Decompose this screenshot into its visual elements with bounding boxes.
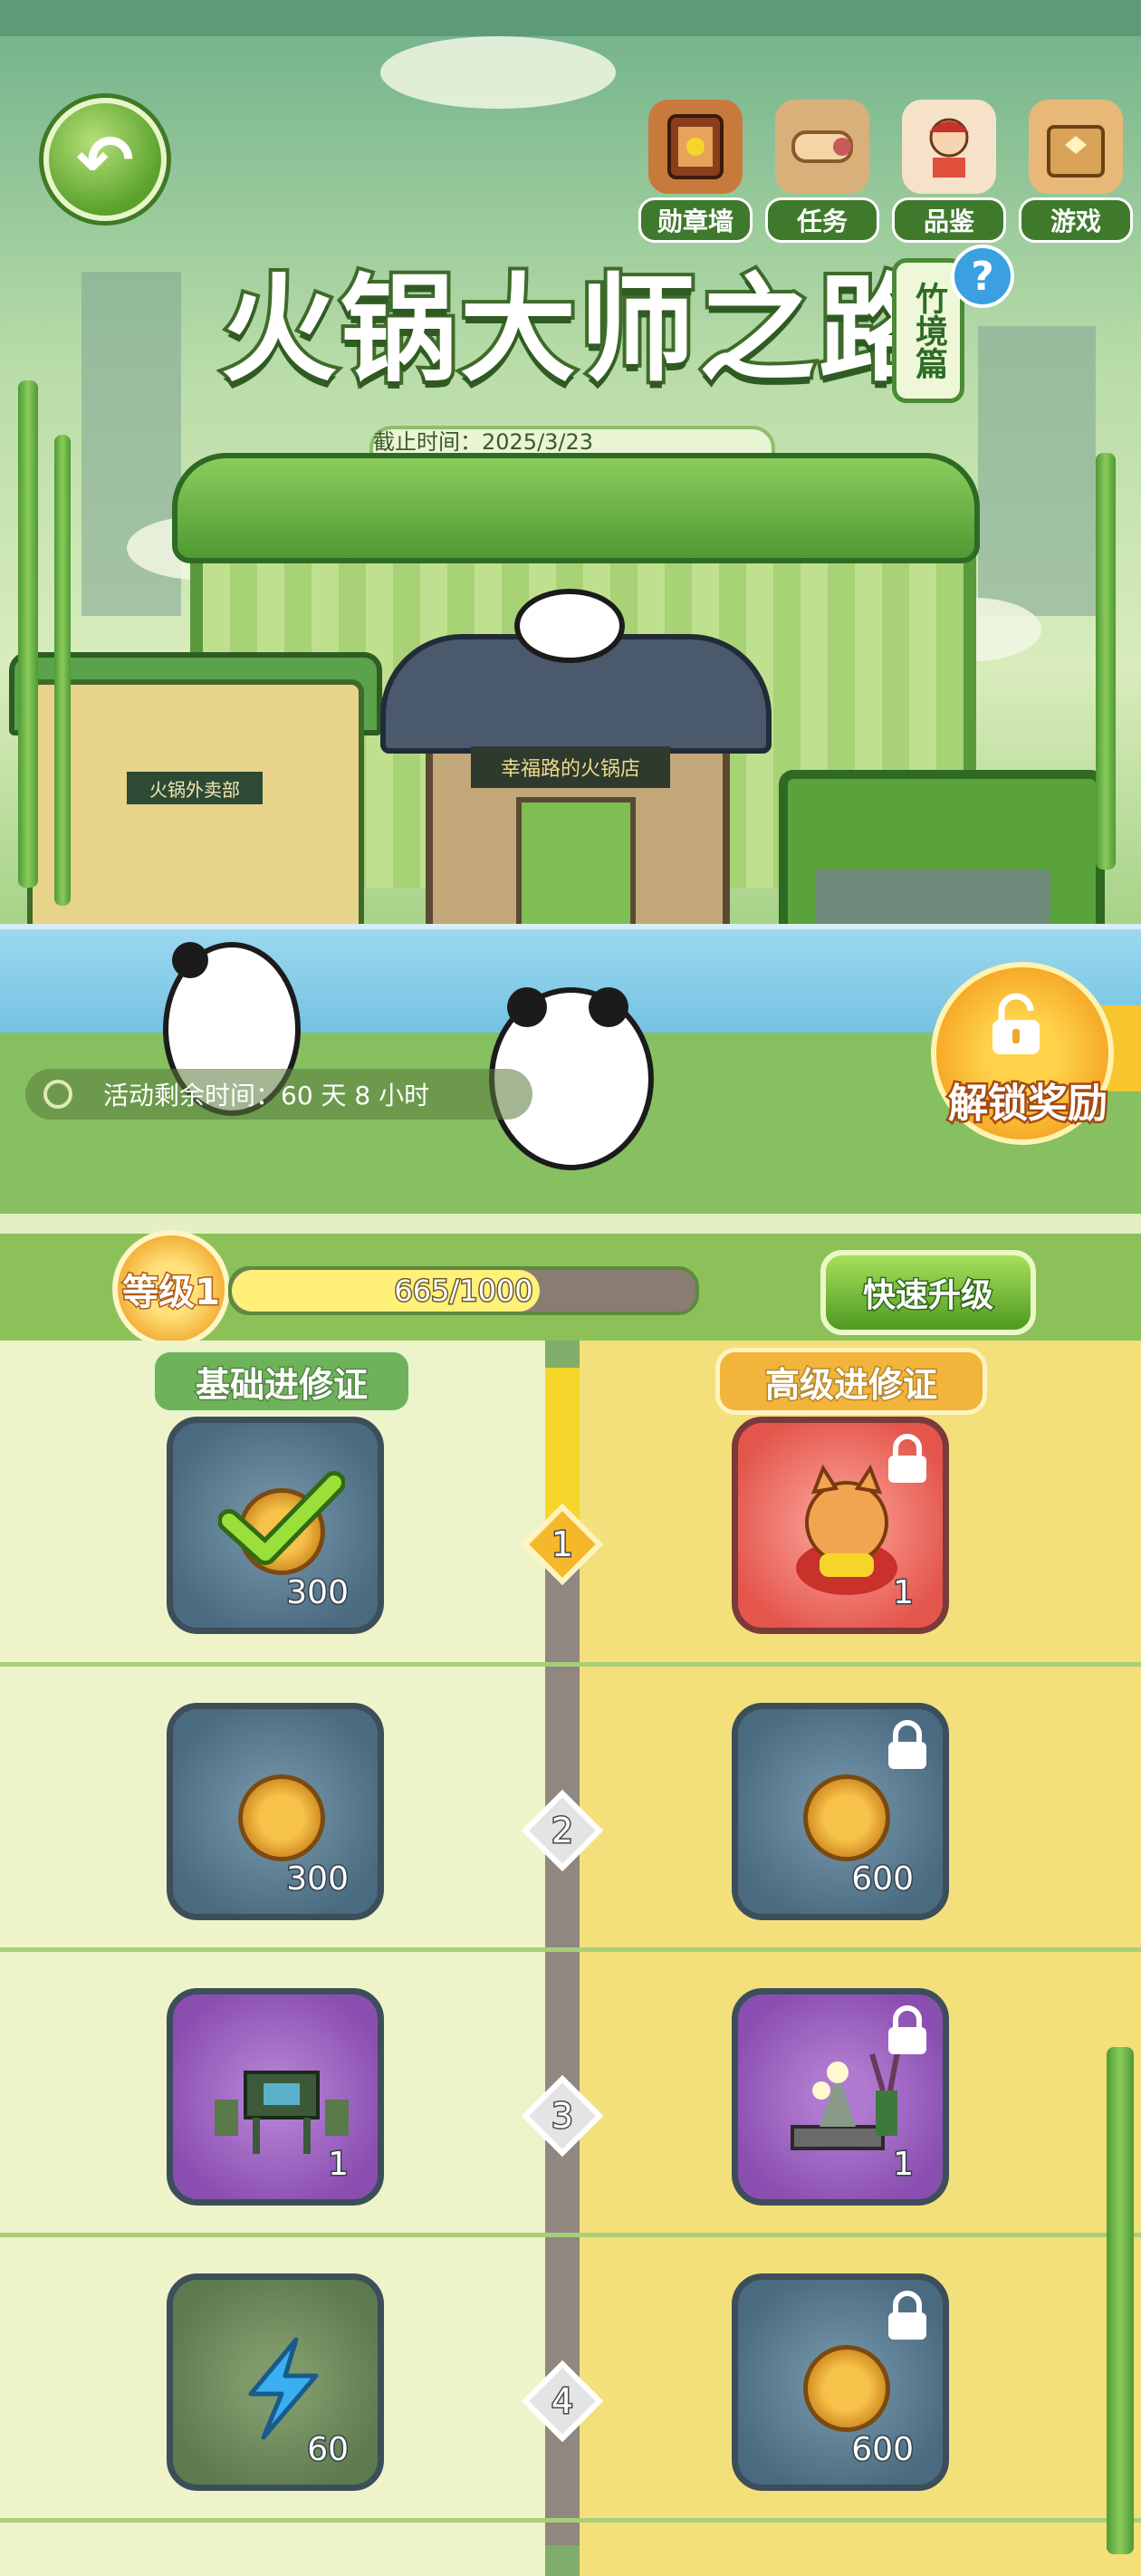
row-divider — [0, 1947, 1141, 1952]
back-button[interactable]: ↶ — [43, 98, 167, 221]
restaurant-sign: 幸福路的火锅店 — [471, 746, 670, 788]
lightning-icon — [248, 2337, 319, 2440]
level-badge: 等级1 — [112, 1230, 230, 1348]
advanced-reward-level-4[interactable]: 600 — [732, 2273, 949, 2491]
level-node-2: 2 — [521, 1789, 604, 1872]
nav-medal-wall[interactable]: 勋章墙 — [638, 100, 753, 243]
title-text: 火锅大师之路 — [217, 258, 938, 401]
reward-quantity: 60 — [306, 2430, 350, 2470]
basic-reward-level-3[interactable]: 1 — [167, 1988, 384, 2206]
bamboo-stalk — [18, 380, 38, 888]
basic-reward-level-2[interactable]: 300 — [167, 1703, 384, 1920]
lock-icon — [888, 2291, 926, 2340]
coin-icon — [238, 1774, 325, 1861]
bamboo-stalk — [1096, 453, 1116, 870]
bamboo-stalk — [54, 435, 71, 906]
level-progress-bar: 665/1000 — [228, 1266, 699, 1315]
level-number: 3 — [550, 2095, 574, 2138]
reward-quantity: 600 — [850, 2430, 916, 2470]
nav-tasks[interactable]: 任务 — [765, 100, 879, 243]
advanced-reward-level-3[interactable]: 1 — [732, 1988, 949, 2206]
nav-label: 游戏 — [1019, 197, 1133, 243]
level-node-1: 1 — [521, 1503, 604, 1586]
reward-quantity: 1 — [892, 2145, 916, 2185]
reward-quantity: 1 — [892, 1573, 916, 1613]
panda-ear — [507, 987, 547, 1027]
cloud — [380, 36, 616, 109]
scroll-icon — [775, 100, 869, 194]
panda-on-roof — [514, 589, 625, 663]
remaining-time-text: 活动剩余时间：60 天 8 小时 — [103, 1081, 430, 1110]
takeout-shop — [27, 679, 364, 962]
progress-text: 665/1000 — [393, 1273, 534, 1310]
lock-icon — [888, 1434, 926, 1483]
takeout-shop-sign: 火锅外卖部 — [127, 772, 263, 804]
row-divider — [0, 2233, 1141, 2237]
unlock-rewards-button[interactable]: 解锁奖励 — [924, 962, 1132, 1152]
chef-icon — [902, 100, 996, 194]
pavilion-roof — [172, 453, 980, 563]
coin-icon — [803, 2345, 890, 2432]
unlock-icon — [992, 993, 1040, 1054]
lock-icon — [888, 2005, 926, 2054]
panda-ear — [172, 942, 208, 978]
reward-quantity: 300 — [285, 1860, 350, 1899]
level-node-4: 4 — [521, 2360, 604, 2443]
advanced-pass-header: 高级进修证 — [715, 1348, 987, 1415]
clock-icon — [43, 1080, 72, 1109]
bamboo-stalk — [1107, 2047, 1134, 2554]
lock-icon — [888, 1720, 926, 1769]
level-number: 2 — [550, 1810, 574, 1852]
remaining-time: 活动剩余时间：60 天 8 小时 — [25, 1069, 532, 1120]
question-icon: ? — [971, 253, 994, 300]
level-number: 1 — [550, 1523, 574, 1566]
level-number: 4 — [550, 2380, 574, 2423]
status-bar — [0, 0, 1141, 36]
reward-grid: 基础进修证 高级进修证 300 1 1 300 2 600 1 3 1 60 4… — [0, 1341, 1141, 2576]
game-box-icon — [1029, 100, 1123, 194]
event-title: 火锅大师之路 — [172, 235, 987, 417]
unlock-rewards-label: 解锁奖励 — [946, 1079, 1110, 1129]
quick-upgrade-button[interactable]: 快速升级 — [820, 1250, 1036, 1335]
reward-quantity: 1 — [327, 2145, 350, 2185]
nav-tasting[interactable]: 品鉴 — [892, 100, 1006, 243]
back-arrow-icon: ↶ — [76, 119, 134, 200]
basic-reward-level-1[interactable]: 300 — [167, 1417, 384, 1634]
basic-pass-header: 基础进修证 — [150, 1348, 413, 1415]
claimed-check-icon — [218, 1471, 345, 1565]
reward-quantity: 600 — [850, 1860, 916, 1899]
coin-icon — [803, 1774, 890, 1861]
row-divider — [0, 1662, 1141, 1667]
bg-building — [978, 326, 1096, 616]
basic-reward-level-4[interactable]: 60 — [167, 2273, 384, 2491]
reward-quantity: 300 — [285, 1573, 350, 1613]
panda-ear — [589, 987, 628, 1027]
level-node-3: 3 — [521, 2074, 604, 2158]
help-button[interactable]: ? — [951, 245, 1014, 308]
advanced-reward-level-2[interactable]: 600 — [732, 1703, 949, 1920]
medal-wall-icon — [648, 100, 743, 194]
event-banner: ↶ 勋章墙 任务 品鉴 游戏 火锅大师之路 竹境篇 ? 截止时间：2025/3/… — [0, 0, 1141, 1214]
advanced-reward-level-1[interactable]: 1 — [732, 1417, 949, 1634]
nav-games[interactable]: 游戏 — [1019, 100, 1133, 243]
row-divider — [0, 2518, 1141, 2523]
